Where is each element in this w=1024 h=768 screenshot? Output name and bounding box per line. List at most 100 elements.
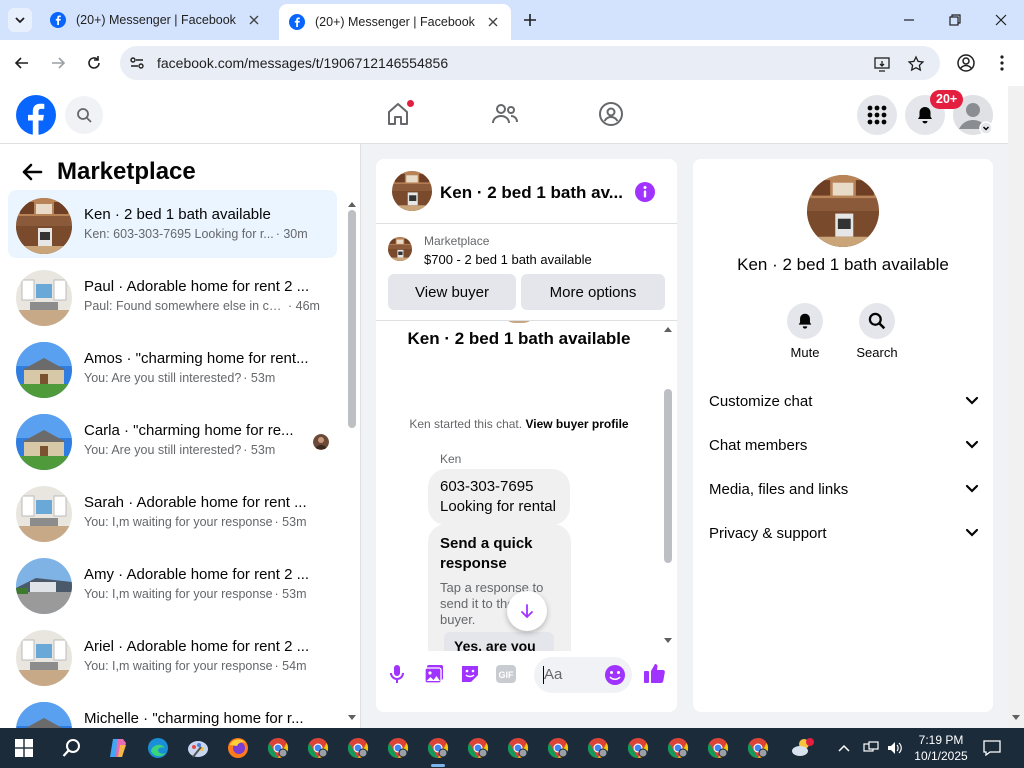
quick-response-option[interactable]: Yes, are you <box>444 632 554 651</box>
more-options-button[interactable]: More options <box>521 274 665 310</box>
preview-time: · 54m <box>274 659 307 673</box>
plus-icon <box>524 14 536 26</box>
site-settings-icon[interactable] <box>128 54 146 72</box>
list-scrollbar[interactable] <box>346 200 356 428</box>
message-input-wrapper[interactable] <box>534 657 632 693</box>
conversation-preview: You: I,m waiting for your response · 53m <box>84 587 306 601</box>
conversation-item[interactable]: Paul · Adorable home for rent 2 ... Paul:… <box>8 262 337 330</box>
details-section-row[interactable]: Privacy & support <box>709 515 979 551</box>
sticker-icon[interactable] <box>459 663 481 685</box>
clock-time: 7:19 PM <box>918 733 964 747</box>
menu-button[interactable] <box>857 95 897 135</box>
info-icon[interactable] <box>634 181 656 203</box>
quick-response-title: Send a quick response <box>440 535 533 572</box>
conversation-item[interactable]: Ariel · Adorable home for rent 2 ... You:… <box>8 622 337 690</box>
browser-tab-2[interactable]: (20+) Messenger | Facebook <box>279 4 511 40</box>
minimize-button[interactable] <box>886 0 932 40</box>
chat-avatar[interactable] <box>392 171 432 211</box>
mute-action[interactable]: Mute <box>775 303 835 360</box>
chrome-window-icon[interactable] <box>662 732 694 764</box>
new-tab-button[interactable] <box>518 8 542 32</box>
chrome-window-icon[interactable] <box>342 732 374 764</box>
conversation-preview: You: Are you still interested? · 53m <box>84 371 275 385</box>
search-button[interactable] <box>65 96 103 134</box>
browser-menu-button[interactable] <box>990 51 1014 75</box>
chrome-window-icon[interactable] <box>302 732 334 764</box>
conversation-item[interactable]: Amy · Adorable home for rent 2 ... You: I… <box>8 550 337 618</box>
taskbar-search[interactable] <box>56 732 88 764</box>
chrome-window-icon[interactable] <box>742 732 774 764</box>
copilot-icon[interactable] <box>102 732 134 764</box>
conversation-item[interactable]: Carla · "charming home for re... You: Are… <box>8 406 337 474</box>
emoji-icon[interactable] <box>604 664 626 686</box>
message-input[interactable] <box>544 666 604 683</box>
scroll-down-icon[interactable] <box>347 714 357 722</box>
browser-toolbar: facebook.com/messages/t/1906712146554856 <box>0 40 1024 86</box>
close-tab-icon[interactable] <box>485 14 501 30</box>
chevron-down-icon <box>15 17 25 24</box>
details-avatar[interactable] <box>807 175 879 247</box>
reload-button[interactable] <box>82 51 106 75</box>
chrome-window-icon[interactable] <box>542 732 574 764</box>
search-action[interactable]: Search <box>847 303 907 360</box>
preview-time: · 53m <box>243 443 276 457</box>
nav-groups[interactable] <box>595 98 627 130</box>
listing-thumbnail[interactable] <box>388 237 412 261</box>
conversation-item[interactable]: Ken · 2 bed 1 bath available Ken: 603-303… <box>8 190 337 258</box>
grid-menu-icon <box>867 105 887 125</box>
paint-icon[interactable] <box>182 732 214 764</box>
weather-icon[interactable] <box>786 732 818 764</box>
chat-title[interactable]: Ken · 2 bed 1 bath av... <box>440 183 630 203</box>
gif-icon[interactable]: GIF <box>495 663 517 685</box>
firefox-icon[interactable] <box>222 732 254 764</box>
nav-friends[interactable] <box>489 98 521 130</box>
message-composer: GIF <box>376 651 677 712</box>
taskbar-clock[interactable]: 7:19 PM 10/1/2025 <box>914 732 968 764</box>
volume-icon[interactable] <box>884 732 906 764</box>
close-window-button[interactable] <box>978 0 1024 40</box>
conversation-item[interactable]: Michelle · "charming home for r... <box>8 694 337 728</box>
details-section-row[interactable]: Chat members <box>709 427 979 463</box>
back-arrow-icon[interactable] <box>20 160 44 184</box>
photo-attach-icon[interactable] <box>423 663 445 685</box>
tab-search-button[interactable] <box>8 8 32 32</box>
page-scrollbar[interactable] <box>1008 86 1024 728</box>
notification-center-button[interactable] <box>976 732 1008 764</box>
conversation-avatar <box>16 486 72 542</box>
bookmark-star-icon[interactable] <box>906 54 926 74</box>
network-icon[interactable] <box>860 732 882 764</box>
chrome-window-icon[interactable] <box>622 732 654 764</box>
svg-text:GIF: GIF <box>499 670 515 680</box>
listing-title[interactable]: $700 - 2 bed 1 bath available <box>424 252 592 267</box>
profile-button[interactable] <box>954 51 978 75</box>
view-buyer-profile-link[interactable]: View buyer profile <box>525 417 628 431</box>
chrome-window-icon[interactable] <box>582 732 614 764</box>
back-button[interactable] <box>10 51 34 75</box>
chrome-window-icon[interactable] <box>382 732 414 764</box>
address-bar[interactable]: facebook.com/messages/t/1906712146554856 <box>120 46 940 80</box>
thread-scrollbar[interactable] <box>662 321 674 651</box>
start-button[interactable] <box>8 732 40 764</box>
chrome-window-icon[interactable] <box>702 732 734 764</box>
conversation-item[interactable]: Amos · "charming home for rent... You: Ar… <box>8 334 337 402</box>
chrome-window-icon[interactable] <box>262 732 294 764</box>
install-app-icon[interactable] <box>872 54 892 74</box>
forward-button[interactable] <box>46 51 70 75</box>
details-section-row[interactable]: Customize chat <box>709 383 979 419</box>
chrome-window-icon[interactable] <box>422 732 454 767</box>
details-section-row[interactable]: Media, files and links <box>709 471 979 507</box>
close-tab-icon[interactable] <box>246 12 262 28</box>
edge-icon[interactable] <box>142 732 174 764</box>
conversation-item[interactable]: Sarah · Adorable home for rent ... You: I… <box>8 478 337 546</box>
show-hidden-icons[interactable] <box>832 732 856 764</box>
message-bubble[interactable]: 603-303-7695 Looking for rental <box>428 469 570 525</box>
view-buyer-button[interactable]: View buyer <box>388 274 516 310</box>
like-icon[interactable] <box>643 661 667 685</box>
facebook-logo-icon[interactable] <box>16 95 56 135</box>
chrome-window-icon[interactable] <box>502 732 534 764</box>
browser-tab-1[interactable]: (20+) Messenger | Facebook <box>40 4 272 36</box>
voice-clip-icon[interactable] <box>386 663 408 685</box>
scroll-to-bottom-button[interactable] <box>507 591 547 631</box>
chrome-window-icon[interactable] <box>462 732 494 764</box>
restore-button[interactable] <box>932 0 978 40</box>
